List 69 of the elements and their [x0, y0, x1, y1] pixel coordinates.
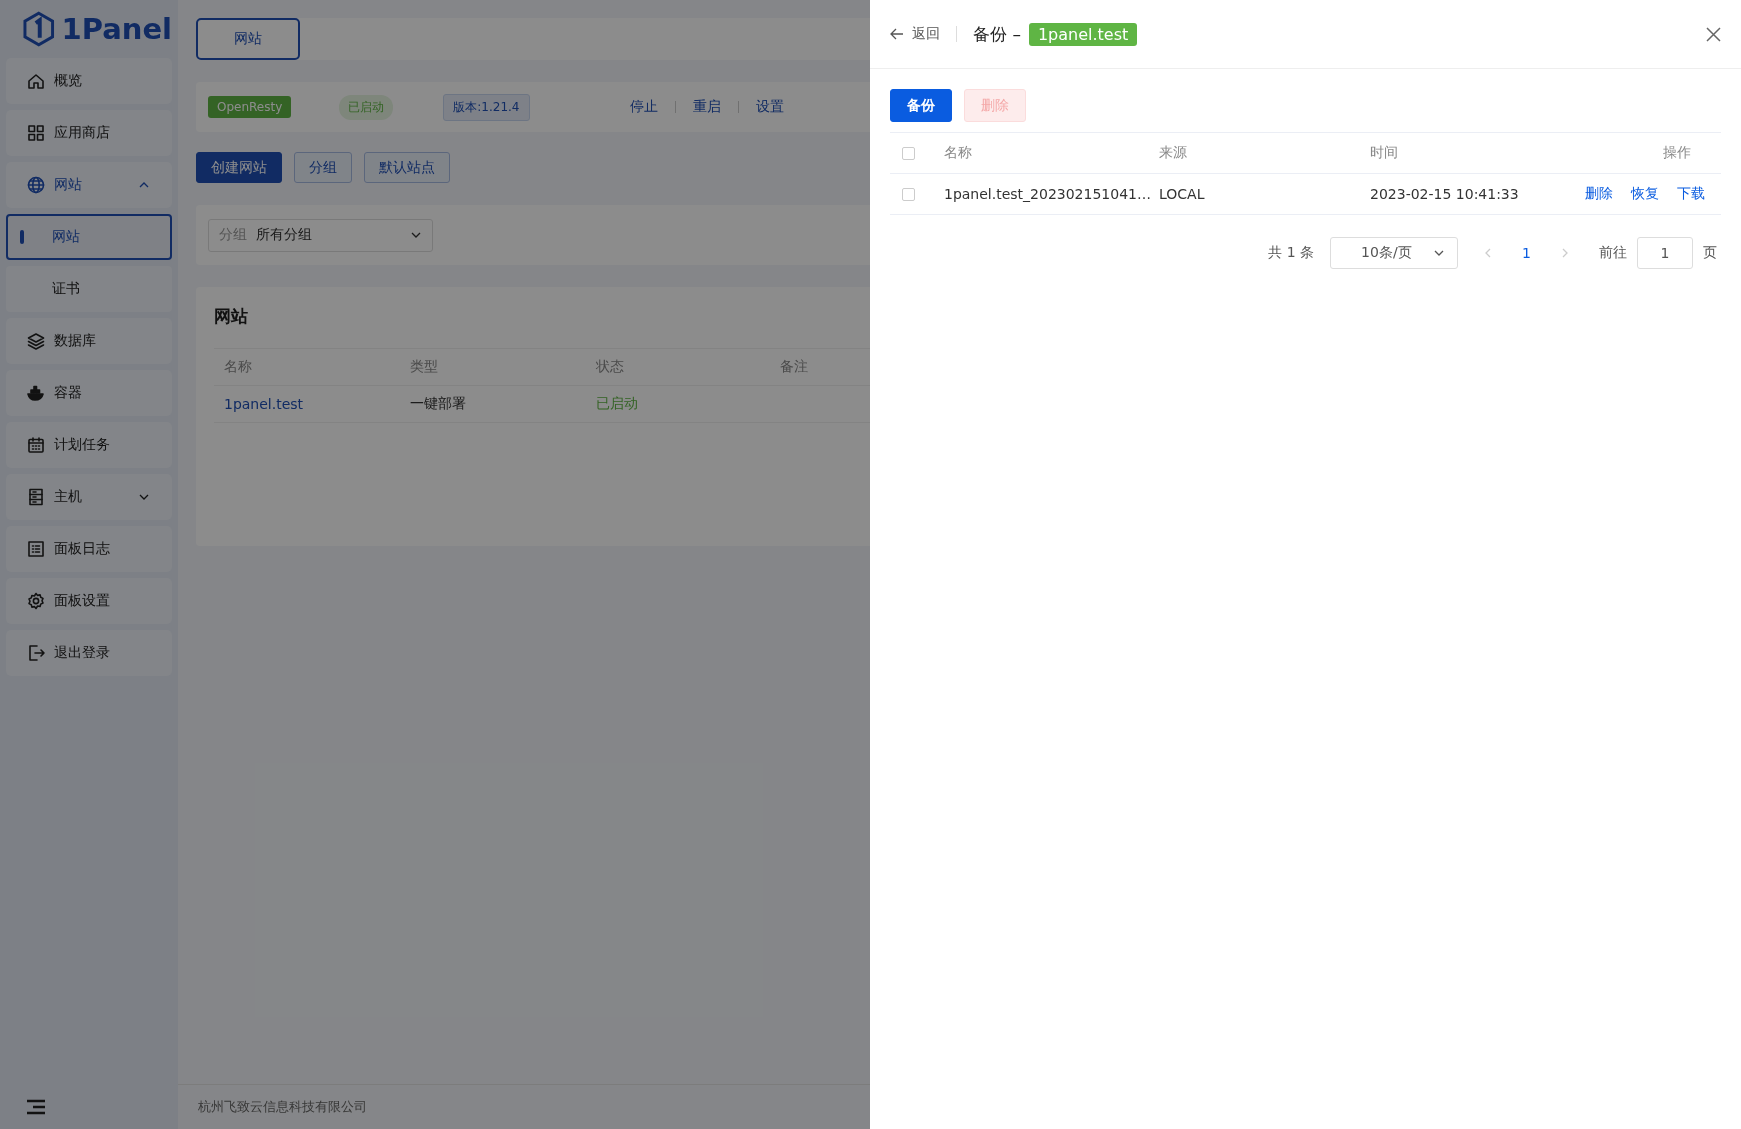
grid-icon [26, 123, 46, 143]
page-number[interactable]: 1 [1522, 245, 1531, 261]
nav-item[interactable]: 应用商店 [6, 110, 172, 156]
toolbar-button[interactable]: 默认站点 [364, 152, 450, 183]
column-header: 类型 [410, 358, 438, 374]
nav-item[interactable]: 面板日志 [6, 526, 172, 572]
card-title: 网站 [214, 305, 249, 328]
nav-item[interactable]: 面板设置 [6, 578, 172, 624]
column-header: 时间 [1370, 144, 1398, 160]
total-count: 共 1 条 [1268, 244, 1315, 262]
goto-label: 前往 [1599, 244, 1627, 262]
arrow-left-icon [890, 28, 904, 40]
version-tag: 版本:1.21.4 [443, 93, 530, 121]
site-link[interactable]: 1panel.test [224, 396, 304, 412]
page-size-select[interactable]: 10条/页 [1330, 237, 1459, 269]
toolbar-button[interactable]: 创建网站 [196, 152, 282, 183]
calendar-icon [26, 435, 46, 455]
checkbox[interactable] [902, 187, 915, 201]
table-cell: 1panel.test_202302151041… [944, 186, 1151, 202]
gear-icon [26, 591, 46, 611]
action-link[interactable]: 重启 [692, 98, 721, 116]
footer-text: 杭州飞致云信息科技有限公司 [198, 1098, 367, 1116]
column-header: 名称 [944, 144, 972, 160]
logo-text: 1Panel [61, 12, 172, 46]
column-header: 状态 [596, 358, 624, 374]
tab[interactable]: 网站 [196, 18, 300, 60]
close-icon[interactable] [1706, 26, 1721, 42]
table-cell: 一键部署 [410, 395, 466, 411]
next-page-icon[interactable] [1561, 248, 1569, 258]
menu-icon[interactable] [26, 1099, 46, 1115]
backup-button[interactable]: 备份 [890, 89, 952, 122]
action-link[interactable]: 设置 [755, 98, 784, 116]
site-tag: 1panel.test [1028, 22, 1138, 46]
globe-icon [26, 175, 46, 195]
nav-item[interactable]: 计划任务 [6, 422, 172, 468]
table-cell: 2023-02-15 10:41:33 [1370, 186, 1519, 202]
nav-subitem[interactable]: 网站 [6, 214, 172, 260]
page-suffix: 页 [1703, 244, 1717, 262]
action-link[interactable]: 恢复 [1631, 185, 1659, 201]
action-link[interactable]: 删除 [1585, 185, 1613, 201]
list-icon [26, 539, 46, 559]
nav-item[interactable]: 容器 [6, 370, 172, 416]
nav-item[interactable]: 数据库 [6, 318, 172, 364]
checkbox[interactable] [902, 146, 915, 160]
nav-subitem[interactable]: 证书 [6, 266, 172, 312]
home-icon [26, 71, 46, 91]
action-link[interactable]: 下载 [1677, 185, 1705, 201]
nav-item[interactable]: 概览 [6, 58, 172, 104]
column-header: 操作 [1663, 144, 1691, 160]
column-header: 备注 [780, 358, 808, 374]
toolbar-button[interactable]: 分组 [294, 152, 352, 183]
nav-item[interactable]: 网站 [6, 162, 172, 208]
column-header: 名称 [224, 358, 252, 374]
logo-icon [22, 11, 56, 47]
action-link[interactable]: 停止 [629, 98, 658, 116]
page-input[interactable]: 1 [1637, 237, 1693, 269]
status-tag: 已启动 [339, 94, 394, 120]
logout-icon [26, 643, 46, 663]
app-tag: OpenResty [208, 96, 292, 118]
back-link[interactable]: 返回 [890, 25, 940, 43]
drawer-title: 备份 – [973, 22, 1021, 46]
status-text: 已启动 [596, 395, 638, 411]
prev-page-icon[interactable] [1484, 248, 1493, 258]
nav-item[interactable]: 退出登录 [6, 630, 172, 676]
layers-icon [26, 331, 46, 351]
table-cell: LOCAL [1159, 186, 1205, 202]
nav-item[interactable]: 主机 [6, 474, 172, 520]
server-icon [26, 487, 46, 507]
column-header: 来源 [1159, 144, 1187, 160]
